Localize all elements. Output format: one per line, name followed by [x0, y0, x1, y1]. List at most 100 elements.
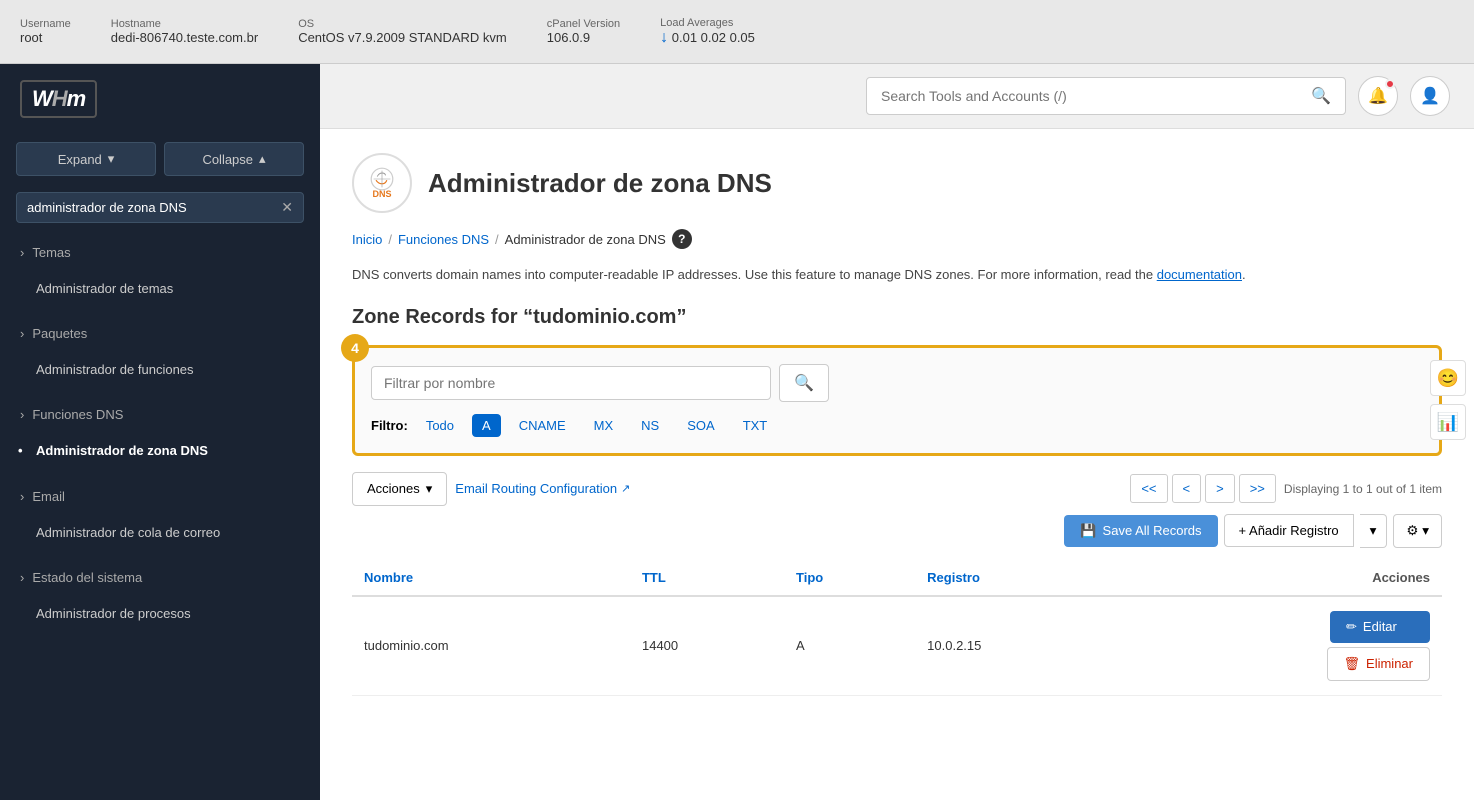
- page-prev-button[interactable]: <: [1172, 474, 1202, 503]
- notifications-button[interactable]: 🔔: [1358, 76, 1398, 116]
- breadcrumb-inicio[interactable]: Inicio: [352, 232, 382, 247]
- user-profile-button[interactable]: 👤: [1410, 76, 1450, 116]
- page-next-button[interactable]: >: [1205, 474, 1235, 503]
- help-icon[interactable]: ?: [672, 229, 692, 249]
- dropdown-icon: ▾: [426, 481, 433, 497]
- add-registro-button[interactable]: + Añadir Registro: [1224, 514, 1354, 547]
- cpanel-info: cPanel Version 106.0.9: [547, 18, 620, 45]
- filter-type-cname[interactable]: CNAME: [509, 414, 576, 437]
- bell-icon: 🔔: [1368, 86, 1388, 106]
- eliminar-button[interactable]: 🗑 Eliminar: [1327, 647, 1430, 681]
- close-search-icon[interactable]: ✕: [281, 199, 293, 216]
- sidebar-item-admin-procesos[interactable]: Administrador de procesos: [0, 595, 320, 633]
- records-table: Nombre TTL Tipo Registro Acciones tudomi…: [352, 560, 1442, 696]
- top-bar: Username root Hostname dedi-806740.teste…: [0, 0, 1474, 64]
- dns-icon: [370, 167, 394, 191]
- sidebar-section-estado-header[interactable]: › Estado del sistema: [0, 560, 320, 595]
- username-value: root: [20, 30, 71, 45]
- page-title-row: DNS Administrador de zona DNS: [352, 153, 1442, 213]
- filter-types: Filtro: Todo A CNAME MX NS SOA TXT: [371, 414, 1423, 437]
- page-content: DNS Administrador de zona DNS Inicio / F…: [320, 129, 1474, 800]
- expand-button[interactable]: Expand ▾: [16, 142, 156, 176]
- search-tools-input[interactable]: [881, 88, 1303, 104]
- gear-button[interactable]: ⚙ ▾: [1393, 514, 1442, 548]
- table-row: tudominio.com 14400 A 10.0.2.15 ✏ Editar: [352, 596, 1442, 696]
- filter-type-ns[interactable]: NS: [631, 414, 669, 437]
- expand-icon: ▾: [108, 151, 115, 167]
- cell-tipo: A: [784, 596, 915, 696]
- editar-label: Editar: [1363, 619, 1397, 634]
- content-header: 🔍 🔔 👤: [320, 64, 1474, 129]
- cell-ttl: 14400: [630, 596, 784, 696]
- trash-icon: 🗑: [1344, 656, 1361, 672]
- sidebar-search-input[interactable]: [27, 200, 281, 215]
- filter-input[interactable]: [371, 366, 771, 400]
- email-routing-button[interactable]: Email Routing Configuration ↗: [455, 481, 630, 496]
- estado-label: Estado del sistema: [32, 570, 142, 585]
- actions-btn-group: Acciones ▾ Email Routing Configuration ↗: [352, 472, 630, 506]
- sidebar-section-temas-header[interactable]: › Temas: [0, 235, 320, 270]
- sidebar-section-funciones-dns: › Funciones DNS Administrador de zona DN…: [0, 393, 320, 474]
- filter-type-mx[interactable]: MX: [584, 414, 624, 437]
- table-row-actions: ✏ Editar 🗑 Eliminar: [1127, 611, 1430, 681]
- sidebar-item-admin-funciones[interactable]: Administrador de funciones: [0, 351, 320, 389]
- add-registro-dropdown-button[interactable]: ▾: [1360, 514, 1388, 548]
- sidebar-item-admin-cola-correo[interactable]: Administrador de cola de correo: [0, 514, 320, 552]
- second-toolbar: 💾 Save All Records + Añadir Registro ▾ ⚙…: [352, 514, 1442, 548]
- gear-icon: ⚙: [1406, 523, 1418, 539]
- sidebar-item-admin-zona-dns[interactable]: Administrador de zona DNS: [0, 432, 320, 470]
- funciones-dns-label: Funciones DNS: [32, 407, 123, 422]
- chart-icon-button[interactable]: 📊: [1430, 404, 1466, 440]
- page-last-button[interactable]: >>: [1239, 474, 1276, 503]
- notification-dot: [1385, 79, 1395, 89]
- page-first-button[interactable]: <<: [1130, 474, 1167, 503]
- filter-type-txt[interactable]: TXT: [733, 414, 778, 437]
- chevron-icon: ›: [20, 407, 24, 422]
- filter-type-todo[interactable]: Todo: [416, 414, 464, 437]
- edit-icon: ✏: [1346, 619, 1357, 635]
- add-registro-label: + Añadir Registro: [1239, 523, 1339, 538]
- filter-type-soa[interactable]: SOA: [677, 414, 724, 437]
- sidebar-section-funciones-dns-header[interactable]: › Funciones DNS: [0, 397, 320, 432]
- sidebar-section-estado: › Estado del sistema Administrador de pr…: [0, 556, 320, 637]
- gear-dropdown-icon: ▾: [1422, 523, 1429, 539]
- hostname-label: Hostname: [111, 18, 258, 30]
- load-info: Load Averages ↓ 0.01 0.02 0.05: [660, 17, 755, 47]
- cpanel-value: 106.0.9: [547, 30, 620, 45]
- sidebar-search-box[interactable]: ✕: [16, 192, 304, 223]
- save-all-label: Save All Records: [1103, 523, 1202, 538]
- collapse-button[interactable]: Collapse ▴: [164, 142, 304, 176]
- filter-search-button[interactable]: 🔍: [779, 364, 829, 402]
- os-info: OS CentOS v7.9.2009 STANDARD kvm: [298, 18, 507, 45]
- sidebar-section-email: › Email Administrador de cola de correo: [0, 475, 320, 556]
- cpanel-label: cPanel Version: [547, 18, 620, 30]
- search-icon[interactable]: 🔍: [1311, 86, 1331, 106]
- breadcrumb-funciones-dns[interactable]: Funciones DNS: [398, 232, 489, 247]
- editar-button[interactable]: ✏ Editar: [1330, 611, 1430, 643]
- zone-title: Zone Records for “tudominio.com”: [352, 306, 1442, 329]
- sidebar-section-email-header[interactable]: › Email: [0, 479, 320, 514]
- page-title: Administrador de zona DNS: [428, 168, 772, 199]
- smiley-icon-button[interactable]: 😊: [1430, 360, 1466, 396]
- documentation-link[interactable]: documentation: [1157, 267, 1242, 282]
- sidebar-section-paquetes-header[interactable]: › Paquetes: [0, 316, 320, 351]
- whm-logo: WHm: [0, 64, 320, 134]
- sidebar-item-admin-temas[interactable]: Administrador de temas: [0, 270, 320, 308]
- col-nombre: Nombre: [352, 560, 630, 596]
- sidebar-section-paquetes: › Paquetes Administrador de funciones: [0, 312, 320, 393]
- load-values: ↓ 0.01 0.02 0.05: [660, 29, 755, 47]
- dns-label: DNS: [372, 189, 391, 199]
- filter-type-a[interactable]: A: [472, 414, 501, 437]
- external-link-icon: ↗: [621, 482, 630, 495]
- acciones-button[interactable]: Acciones ▾: [352, 472, 447, 506]
- col-tipo: Tipo: [784, 560, 915, 596]
- email-label: Email: [32, 489, 65, 504]
- table-header-row: Nombre TTL Tipo Registro Acciones: [352, 560, 1442, 596]
- save-all-button[interactable]: 💾 Save All Records: [1064, 515, 1217, 547]
- search-tools-box[interactable]: 🔍: [866, 77, 1346, 115]
- page-info: Displaying 1 to 1 out of 1 item: [1284, 482, 1442, 496]
- temas-label: Temas: [32, 245, 70, 260]
- collapse-label: Collapse: [202, 152, 253, 167]
- description-text: DNS converts domain names into computer-…: [352, 265, 1442, 286]
- breadcrumb-current: Administrador de zona DNS: [505, 232, 666, 247]
